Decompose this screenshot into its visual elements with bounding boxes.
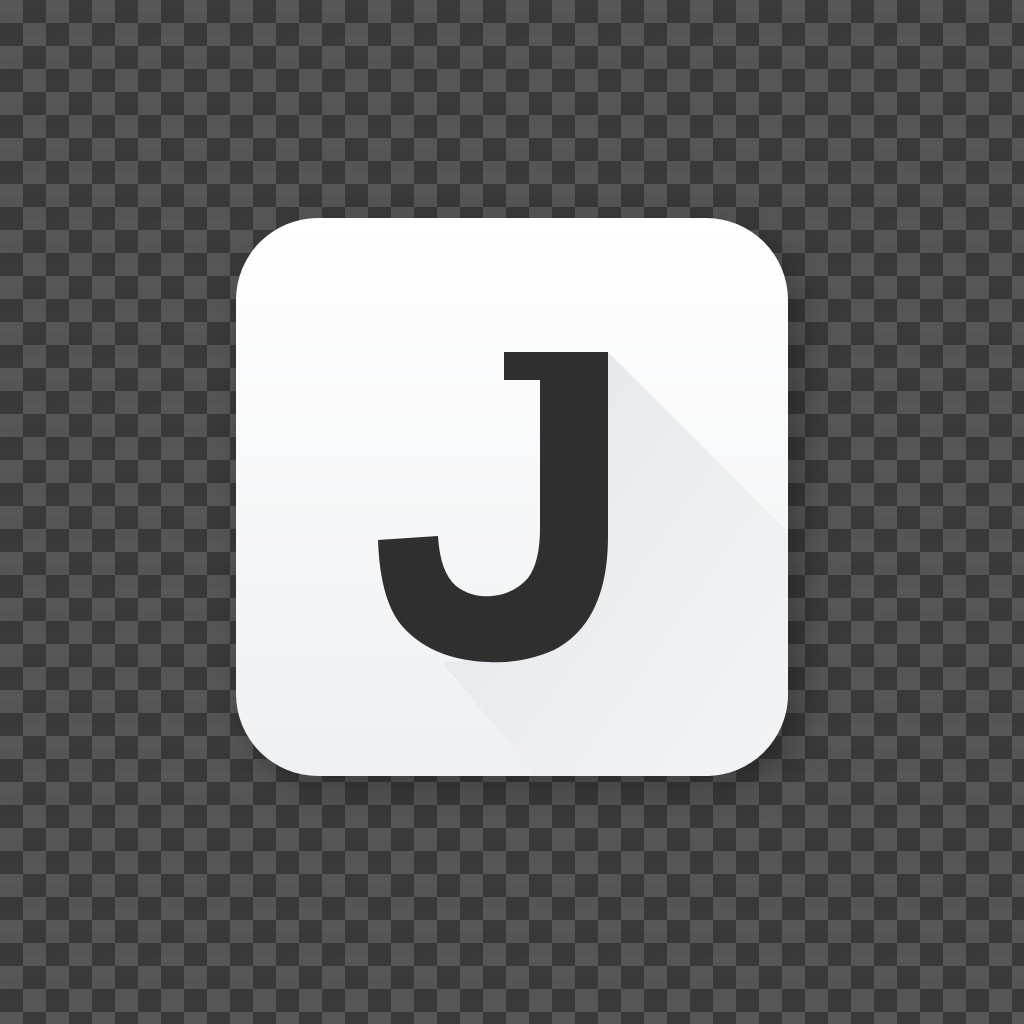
transparency-checkerboard-background: J: [0, 0, 1024, 1024]
j-glyph: [378, 352, 608, 663]
app-icon-tile[interactable]: J: [236, 218, 788, 776]
letter-j-icon: [378, 352, 788, 776]
long-shadow: [442, 352, 788, 776]
